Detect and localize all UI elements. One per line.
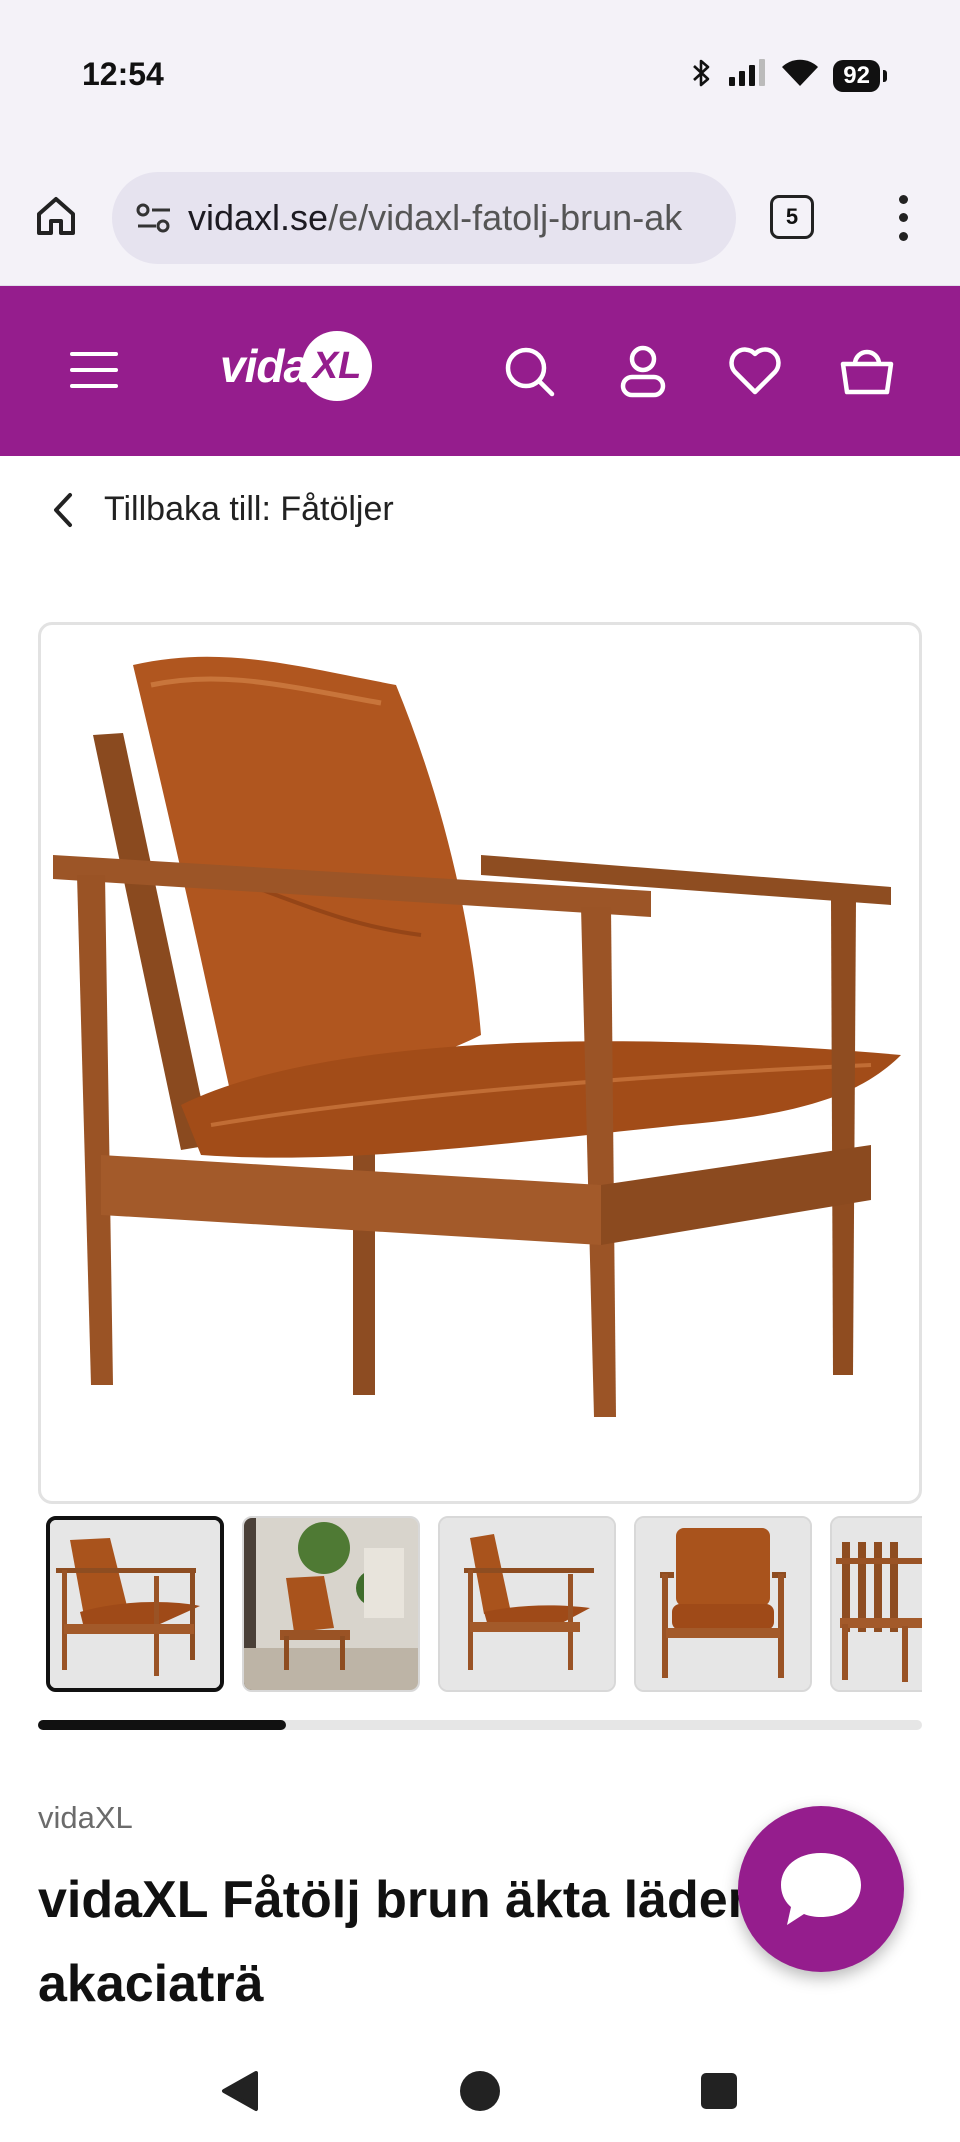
url-text: vidaxl.se/e/vidaxl-fatolj-brun-ak [188, 197, 682, 239]
armchair-image [53, 656, 901, 1417]
back-icon[interactable] [215, 2066, 265, 2116]
tab-switcher-button[interactable]: 5 [770, 195, 814, 239]
gallery-scrollbar[interactable] [38, 1720, 922, 1730]
wishlist-icon[interactable] [726, 342, 784, 400]
chat-bubble-icon [781, 1853, 861, 1925]
home-icon [37, 197, 75, 235]
recents-icon[interactable] [694, 2066, 744, 2116]
url-domain: vidaxl.se [188, 197, 329, 238]
cart-icon[interactable] [838, 342, 896, 400]
browser-toolbar: vidaxl.se/e/vidaxl-fatolj-brun-ak 5 [0, 150, 960, 286]
chevron-left-icon [54, 492, 72, 527]
site-settings-icon[interactable] [132, 196, 176, 240]
url-path: /e/vidaxl-fatolj-brun-ak [328, 197, 683, 238]
menu-icon[interactable] [70, 352, 118, 388]
wifi-icon [781, 58, 819, 93]
home-nav-icon[interactable] [455, 2066, 505, 2116]
logo-text: vida [220, 340, 309, 392]
thumbnail-strip [46, 1516, 922, 1694]
chat-button[interactable] [738, 1806, 904, 1972]
system-nav-bar [0, 2040, 960, 2142]
breadcrumb[interactable]: Tillbaka till: Fåtöljer [50, 490, 394, 529]
site-header: vida XL [0, 286, 960, 456]
signal-icon [727, 59, 767, 92]
status-bar: 12:54 92 [0, 0, 960, 150]
thumbnail[interactable] [830, 1516, 922, 1692]
url-field[interactable]: vidaxl.se/e/vidaxl-fatolj-brun-ak [112, 172, 736, 264]
logo[interactable]: vida XL [220, 331, 373, 401]
breadcrumb-text: Tillbaka till: Fåtöljer [104, 490, 394, 528]
home-button[interactable] [30, 190, 82, 242]
thumbnail[interactable] [634, 1516, 812, 1692]
product-title: vidaXL Fåtölj brun äkta läder akaciaträ [38, 1871, 748, 2013]
product-brand[interactable]: vidaXL [38, 1800, 133, 1836]
account-icon[interactable] [614, 342, 672, 400]
thumbnail[interactable] [242, 1516, 420, 1692]
status-time: 12:54 [82, 56, 164, 92]
more-menu-icon[interactable] [888, 190, 918, 246]
thumbnail[interactable] [438, 1516, 616, 1692]
battery-icon: 92 [833, 59, 887, 92]
bluetooth-icon [691, 58, 713, 93]
logo-badge: XL [302, 331, 373, 401]
product-main-image[interactable] [38, 622, 922, 1504]
status-icons: 92 [691, 58, 887, 93]
thumbnail[interactable] [46, 1516, 224, 1692]
search-icon[interactable] [500, 342, 558, 400]
gallery-scrollbar-thumb[interactable] [38, 1720, 286, 1730]
